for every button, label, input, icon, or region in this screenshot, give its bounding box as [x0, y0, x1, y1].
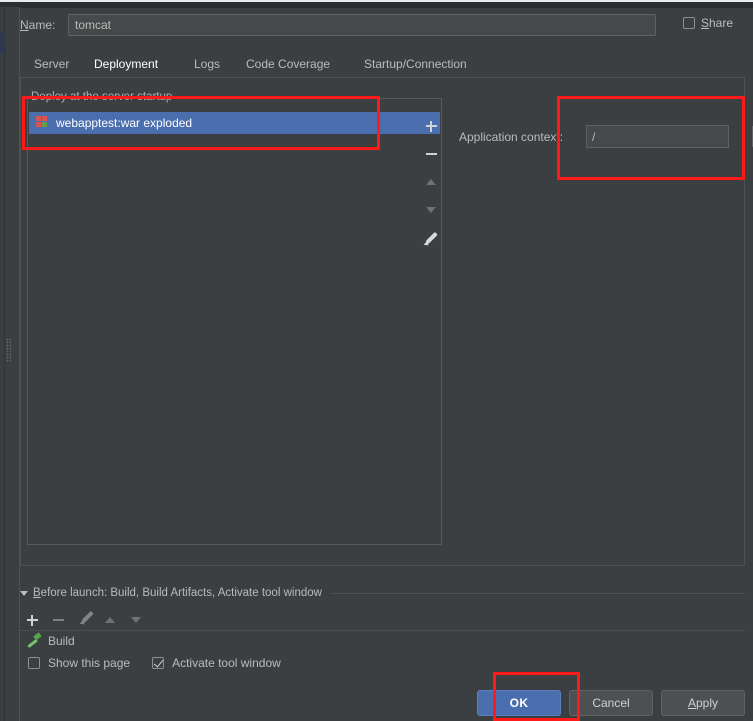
before-launch-title-rest: efore launch: Build, Build Artifacts, Ac…	[40, 587, 322, 599]
name-input[interactable]	[68, 14, 656, 36]
tab-server[interactable]: Server	[32, 52, 71, 76]
tab-logs[interactable]: Logs	[192, 52, 222, 76]
name-label-rest: ame:	[28, 18, 56, 32]
before-launch-task-row[interactable]: Build	[20, 630, 745, 650]
dialog-button-bar: OK Cancel Apply	[477, 690, 745, 716]
move-down-button[interactable]	[421, 196, 441, 224]
before-launch-header[interactable]: Before launch: Build, Build Artifacts, A…	[20, 586, 745, 600]
run-debug-configurations-dialog: Name: Share Server Deployment Logs Code …	[0, 0, 753, 721]
apply-button[interactable]: Apply	[661, 690, 745, 716]
share-label-rest: hare	[708, 16, 733, 30]
tab-code-coverage[interactable]: Code Coverage	[244, 52, 332, 76]
cancel-button[interactable]: Cancel	[569, 690, 653, 716]
before-launch-title: Before launch: Build, Build Artifacts, A…	[33, 587, 322, 599]
apply-label-rest: pply	[696, 696, 719, 710]
before-launch-toolbar	[22, 606, 182, 628]
activate-tool-window-label: Activate tool window	[172, 656, 281, 670]
configurations-tree-panel-edge	[5, 7, 20, 721]
activate-tool-window-checkbox[interactable]	[152, 657, 165, 669]
remove-task-button[interactable]	[48, 606, 74, 628]
pencil-icon	[424, 231, 438, 245]
configurations-tree-selected-item[interactable]	[0, 32, 6, 54]
deploy-at-startup-group-label: Deploy at the server startup	[28, 91, 176, 103]
edit-button[interactable]	[421, 224, 441, 252]
share-checkbox[interactable]	[682, 17, 695, 29]
application-context-combobox[interactable]	[586, 125, 753, 148]
application-context-label: Application context:	[459, 130, 564, 144]
add-task-button[interactable]	[22, 606, 48, 628]
edit-task-button[interactable]	[74, 606, 100, 628]
before-launch-mnemonic: B	[33, 587, 41, 599]
artifact-icon	[36, 116, 50, 130]
apply-mnemonic: A	[687, 696, 696, 710]
hammer-icon	[26, 633, 41, 648]
ok-button[interactable]: OK	[477, 690, 561, 716]
settings-tabbar: Server Deployment Logs Code Coverage Sta…	[20, 52, 745, 79]
list-item-label: webapptest:war exploded	[56, 116, 193, 130]
share-checkbox-wrapper[interactable]: Share	[682, 16, 733, 30]
panel-splitter-handle[interactable]	[6, 338, 11, 362]
before-launch-task-label: Build	[48, 633, 75, 648]
application-context-input[interactable]	[587, 126, 752, 147]
share-label-mnemonic: S	[700, 16, 709, 30]
move-task-down-button[interactable]	[126, 606, 152, 628]
name-label-mnemonic: N	[20, 18, 29, 32]
list-item[interactable]: webapptest:war exploded	[29, 112, 440, 134]
pencil-icon	[80, 610, 94, 624]
move-task-up-button[interactable]	[100, 606, 126, 628]
name-label: Name:	[20, 18, 55, 32]
share-label: Share	[701, 16, 733, 30]
remove-button[interactable]	[421, 140, 441, 168]
deployment-artifacts-list[interactable]: webapptest:war exploded	[27, 98, 442, 545]
tab-startup-connection[interactable]: Startup/Connection	[362, 52, 469, 76]
collapse-triangle-icon[interactable]	[20, 590, 28, 596]
move-up-button[interactable]	[421, 168, 441, 196]
window-top-edge	[0, 0, 753, 2]
deployment-artifacts-list-viewport: webapptest:war exploded	[29, 100, 440, 543]
tab-deployment[interactable]: Deployment	[85, 52, 167, 79]
deployment-list-toolbar	[420, 112, 442, 257]
show-this-page-checkbox[interactable]	[28, 657, 40, 669]
name-row: Name: Share	[20, 14, 733, 38]
add-button[interactable]	[421, 112, 441, 140]
before-launch-options: Show this page Activate tool window	[28, 656, 281, 670]
show-this-page-label: Show this page	[48, 656, 131, 670]
before-launch-rule	[330, 592, 745, 594]
